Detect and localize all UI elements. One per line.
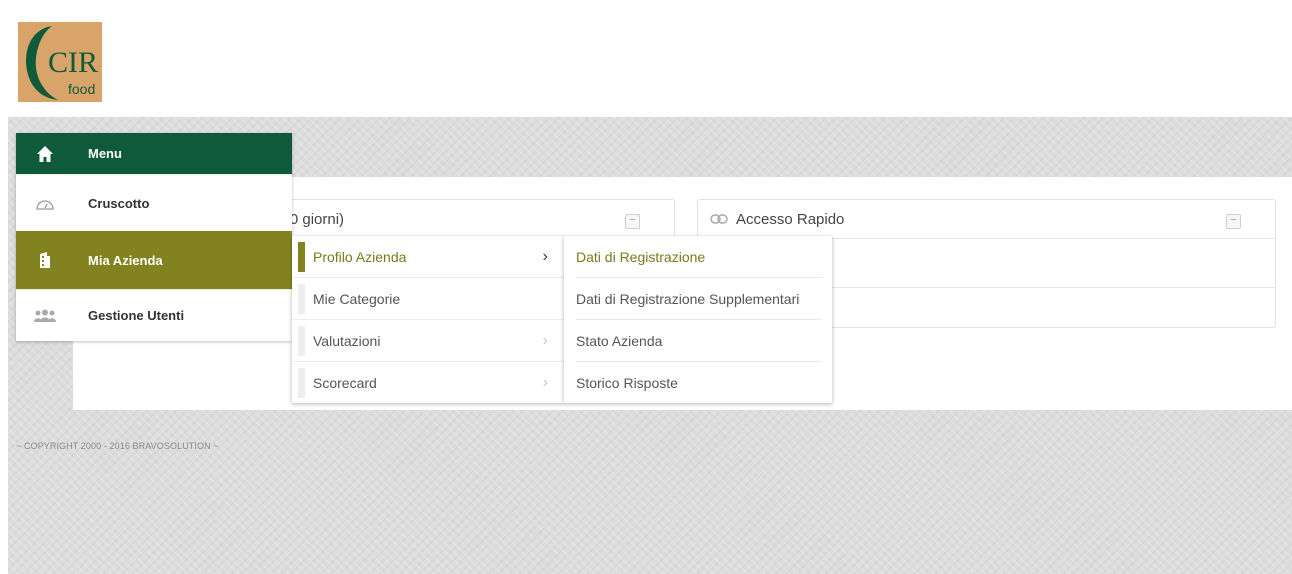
submenu-item-profilo-azienda[interactable]: Profilo Azienda ›	[292, 236, 564, 278]
collapse-button[interactable]: −	[1226, 214, 1241, 229]
main-menu: Menu Cruscotto Mia Azienda Gestione Uten…	[16, 133, 292, 341]
menu-item-cruscotto[interactable]: Cruscotto	[16, 174, 292, 231]
submenu2-item-dati-registrazione[interactable]: Dati di Registrazione	[576, 236, 822, 278]
widget-recent-header: i 30 giorni) −	[238, 200, 674, 239]
users-icon	[16, 309, 74, 323]
collapse-button[interactable]: −	[625, 214, 640, 229]
copyright-text: ~ COPYRIGHT 2000 - 2016 BRAVOSOLUTION ~	[16, 441, 219, 451]
submenu-item-label: Mie Categorie	[313, 290, 401, 307]
item-marker	[298, 284, 305, 314]
link-icon	[710, 211, 728, 228]
widget-quick-access-header: Accesso Rapido −	[698, 200, 1275, 239]
submenu-item-valutazioni[interactable]: Valutazioni ›	[292, 320, 564, 362]
submenu-profilo-azienda: Dati di Registrazione Dati di Registrazi…	[564, 236, 832, 403]
active-marker	[298, 242, 305, 272]
submenu-item-label: Profilo Azienda	[313, 248, 407, 265]
menu-item-mia-azienda[interactable]: Mia Azienda	[16, 231, 292, 289]
submenu2-item-stato-azienda[interactable]: Stato Azienda	[576, 320, 822, 362]
submenu2-item-dati-registrazione-supplementari[interactable]: Dati di Registrazione Supplementari	[576, 278, 822, 320]
menu-item-gestione-utenti[interactable]: Gestione Utenti	[16, 289, 292, 341]
widget-quick-access-title: Accesso Rapido	[736, 210, 845, 228]
menu-item-label: Cruscotto	[88, 195, 150, 211]
logo-text-cir: CIR	[48, 46, 98, 79]
logo-text-food: food	[68, 81, 95, 97]
chevron-right-icon: ›	[542, 373, 548, 391]
cir-food-logo[interactable]: CIR food	[18, 22, 102, 102]
menu-item-label: Mia Azienda	[88, 252, 163, 268]
submenu-item-label: Valutazioni	[313, 332, 381, 349]
menu-item-label: Gestione Utenti	[88, 308, 185, 323]
chevron-right-icon: ›	[542, 331, 548, 349]
menu-title: Menu	[88, 146, 122, 161]
dashboard-icon	[16, 195, 74, 211]
home-icon	[16, 145, 74, 163]
submenu-item-scorecard[interactable]: Scorecard ›	[292, 362, 564, 403]
submenu-item-mie-categorie[interactable]: Mie Categorie	[292, 278, 564, 320]
chevron-right-icon: ›	[542, 247, 548, 265]
submenu-mia-azienda: Profilo Azienda › Mie Categorie Valutazi…	[292, 236, 564, 403]
menu-header[interactable]: Menu	[16, 133, 292, 174]
item-marker	[298, 326, 305, 356]
item-marker	[298, 368, 305, 398]
building-icon	[16, 251, 74, 269]
submenu2-item-storico-risposte[interactable]: Storico Risposte	[576, 362, 822, 403]
